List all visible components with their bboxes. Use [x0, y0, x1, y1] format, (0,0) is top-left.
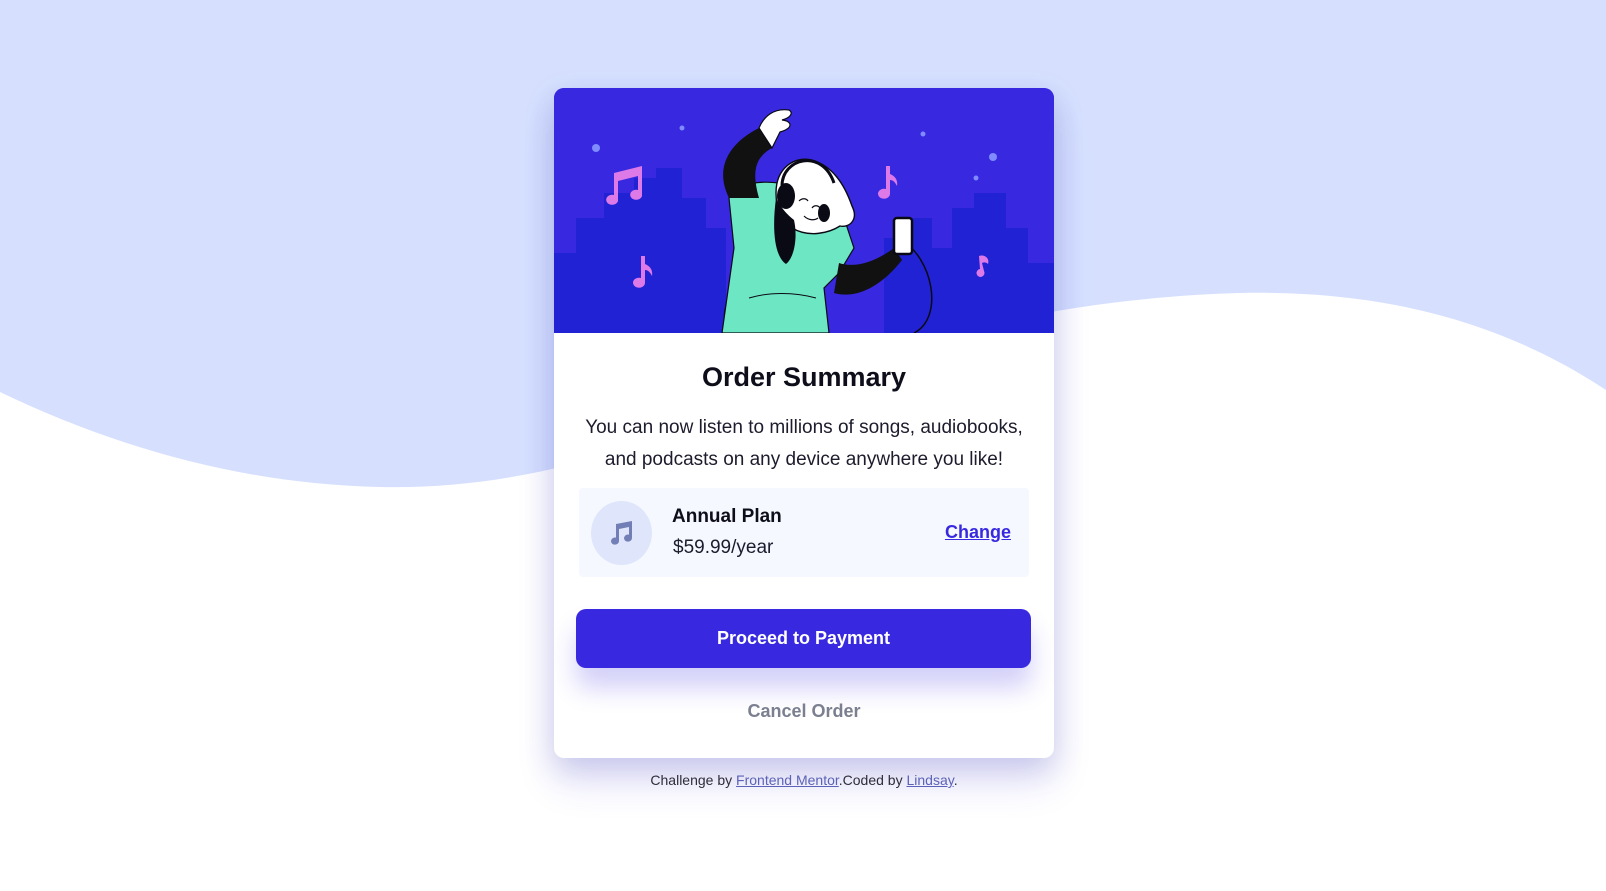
plan-panel: Annual Plan $59.99/year Change: [579, 488, 1029, 577]
frontend-mentor-link[interactable]: Frontend Mentor: [736, 772, 839, 788]
music-note-icon: [591, 501, 652, 565]
hero-illustration: [554, 88, 1054, 333]
order-summary-description: You can now listen to millions of songs,…: [585, 417, 1023, 470]
attribution-middle: .Coded by: [838, 772, 907, 788]
change-plan-link[interactable]: Change: [945, 522, 1011, 543]
author-link[interactable]: Lindsay: [906, 772, 953, 788]
cancel-order-button[interactable]: Cancel Order: [554, 701, 1054, 722]
attribution-suffix: .: [953, 772, 958, 788]
proceed-to-payment-button[interactable]: Proceed to Payment: [576, 609, 1031, 668]
order-summary-card: Order Summary You can now listen to mill…: [554, 88, 1054, 758]
attribution: Challenge by Frontend Mentor.Coded by Li…: [554, 772, 1054, 788]
order-summary-title: Order Summary: [701, 362, 907, 392]
dancing-person-illustration: [554, 88, 1054, 333]
attribution-prefix: Challenge by: [650, 772, 737, 788]
plan-price: $59.99/year: [673, 537, 774, 558]
plan-name: Annual Plan: [672, 506, 782, 527]
